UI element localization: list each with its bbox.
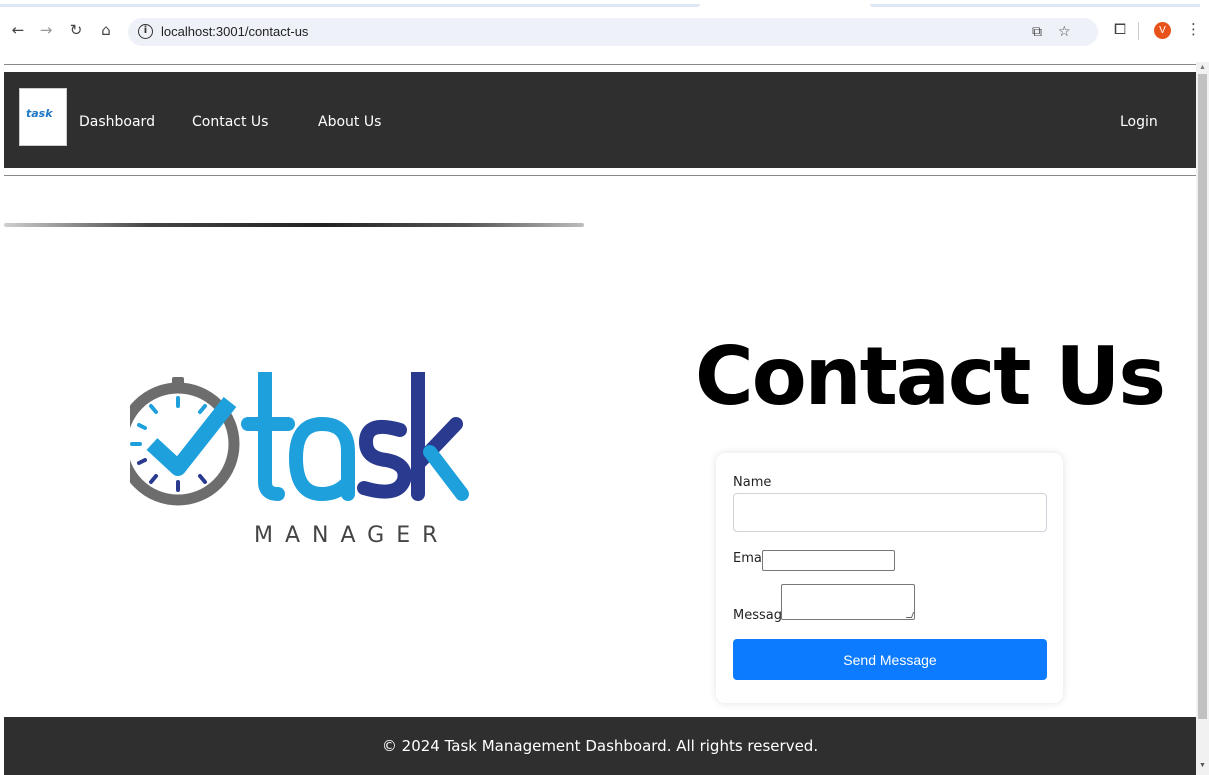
- stopwatch-icon: [130, 377, 240, 506]
- site-footer: © 2024 Task Management Dashboard. All ri…: [4, 717, 1196, 775]
- address-bar[interactable]: i localhost:3001/contact-us ⧉ ☆: [128, 18, 1098, 46]
- scroll-down-icon[interactable]: ▼: [1199, 762, 1206, 769]
- toolbar-divider: [1138, 22, 1139, 40]
- email-input[interactable]: [762, 550, 895, 571]
- decorative-bar: [4, 223, 584, 227]
- bookmark-star-icon[interactable]: ☆: [1058, 24, 1071, 40]
- page-title: Contact Us: [695, 330, 1166, 423]
- nav-dashboard[interactable]: Dashboard: [79, 114, 155, 130]
- active-tab-edge[interactable]: [0, 4, 700, 7]
- forward-icon[interactable]: →: [36, 20, 56, 40]
- manager-subtitle: MANAGER: [254, 523, 449, 548]
- task-manager-logo: MANAGER: [130, 372, 469, 548]
- name-input[interactable]: [733, 493, 1047, 532]
- address-url[interactable]: localhost:3001/contact-us: [161, 24, 308, 39]
- checkmark-icon: [146, 397, 237, 476]
- header-logo[interactable]: task: [19, 88, 67, 146]
- profile-avatar[interactable]: V: [1154, 22, 1171, 39]
- task-wordmark: [241, 372, 469, 502]
- header-logo-text: task: [26, 107, 53, 120]
- extensions-icon[interactable]: ⧠: [1114, 20, 1126, 38]
- site-header: task Dashboard Contact Us About Us Login: [4, 72, 1196, 168]
- tab-strip: [0, 0, 1209, 8]
- name-label: Name: [733, 475, 772, 490]
- nav-contact-us[interactable]: Contact Us: [192, 114, 268, 130]
- contact-form: Name Email Message Send Message: [716, 453, 1063, 703]
- reload-icon[interactable]: ↻: [66, 20, 86, 40]
- send-message-button[interactable]: Send Message: [733, 639, 1047, 680]
- page-scrollbar[interactable]: ▲ ▼: [1196, 62, 1209, 775]
- more-menu-icon[interactable]: ⋮: [1186, 20, 1201, 38]
- top-divider: [4, 64, 1196, 65]
- scroll-thumb[interactable]: [1198, 74, 1207, 719]
- install-app-icon[interactable]: ⧉: [1032, 24, 1042, 40]
- scroll-up-icon[interactable]: ▲: [1199, 64, 1206, 71]
- message-textarea[interactable]: [781, 584, 915, 620]
- page-viewport: task Dashboard Contact Us About Us Login: [0, 62, 1196, 775]
- header-divider: [4, 175, 1196, 176]
- browser-chrome: ← → ↻ ⌂ i localhost:3001/contact-us ⧉ ☆ …: [0, 0, 1209, 62]
- back-icon[interactable]: ←: [8, 20, 28, 40]
- home-icon[interactable]: ⌂: [96, 20, 116, 40]
- inactive-tab-edge[interactable]: [870, 4, 1200, 7]
- site-info-icon[interactable]: i: [138, 24, 153, 39]
- login-link[interactable]: Login: [1120, 114, 1158, 130]
- footer-copyright: © 2024 Task Management Dashboard. All ri…: [381, 737, 819, 755]
- nav-about-us[interactable]: About Us: [318, 114, 381, 130]
